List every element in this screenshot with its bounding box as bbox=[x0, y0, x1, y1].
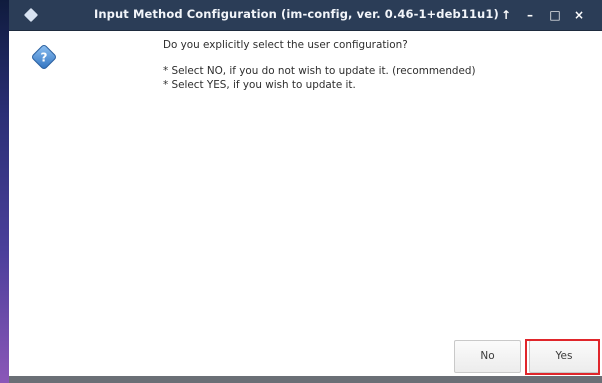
window-title: Input Method Configuration (im-config, v… bbox=[94, 7, 499, 21]
dialog-message: Do you explicitly select the user config… bbox=[163, 38, 476, 92]
dialog-option-yes: * Select YES, if you wish to update it. bbox=[163, 79, 356, 91]
raise-window-icon[interactable]: ↑ bbox=[497, 5, 515, 25]
minimize-icon[interactable]: – bbox=[521, 5, 539, 25]
no-button[interactable]: No bbox=[454, 340, 521, 373]
maximize-icon[interactable]: □ bbox=[546, 5, 564, 25]
close-icon[interactable]: × bbox=[570, 5, 588, 25]
app-diamond-icon bbox=[23, 7, 39, 23]
dialog-question: Do you explicitly select the user config… bbox=[163, 39, 408, 51]
taskbar-strip bbox=[9, 376, 602, 383]
screen: Input Method Configuration (im-config, v… bbox=[0, 0, 602, 383]
window-titlebar[interactable]: Input Method Configuration (im-config, v… bbox=[9, 0, 602, 31]
question-icon: ? bbox=[32, 45, 56, 69]
desktop-background bbox=[0, 0, 9, 383]
dialog-body: ? Do you explicitly select the user conf… bbox=[9, 31, 602, 376]
yes-button-highlight bbox=[525, 339, 600, 375]
dialog-option-no: * Select NO, if you do not wish to updat… bbox=[163, 65, 476, 77]
svg-text:?: ? bbox=[41, 51, 48, 65]
